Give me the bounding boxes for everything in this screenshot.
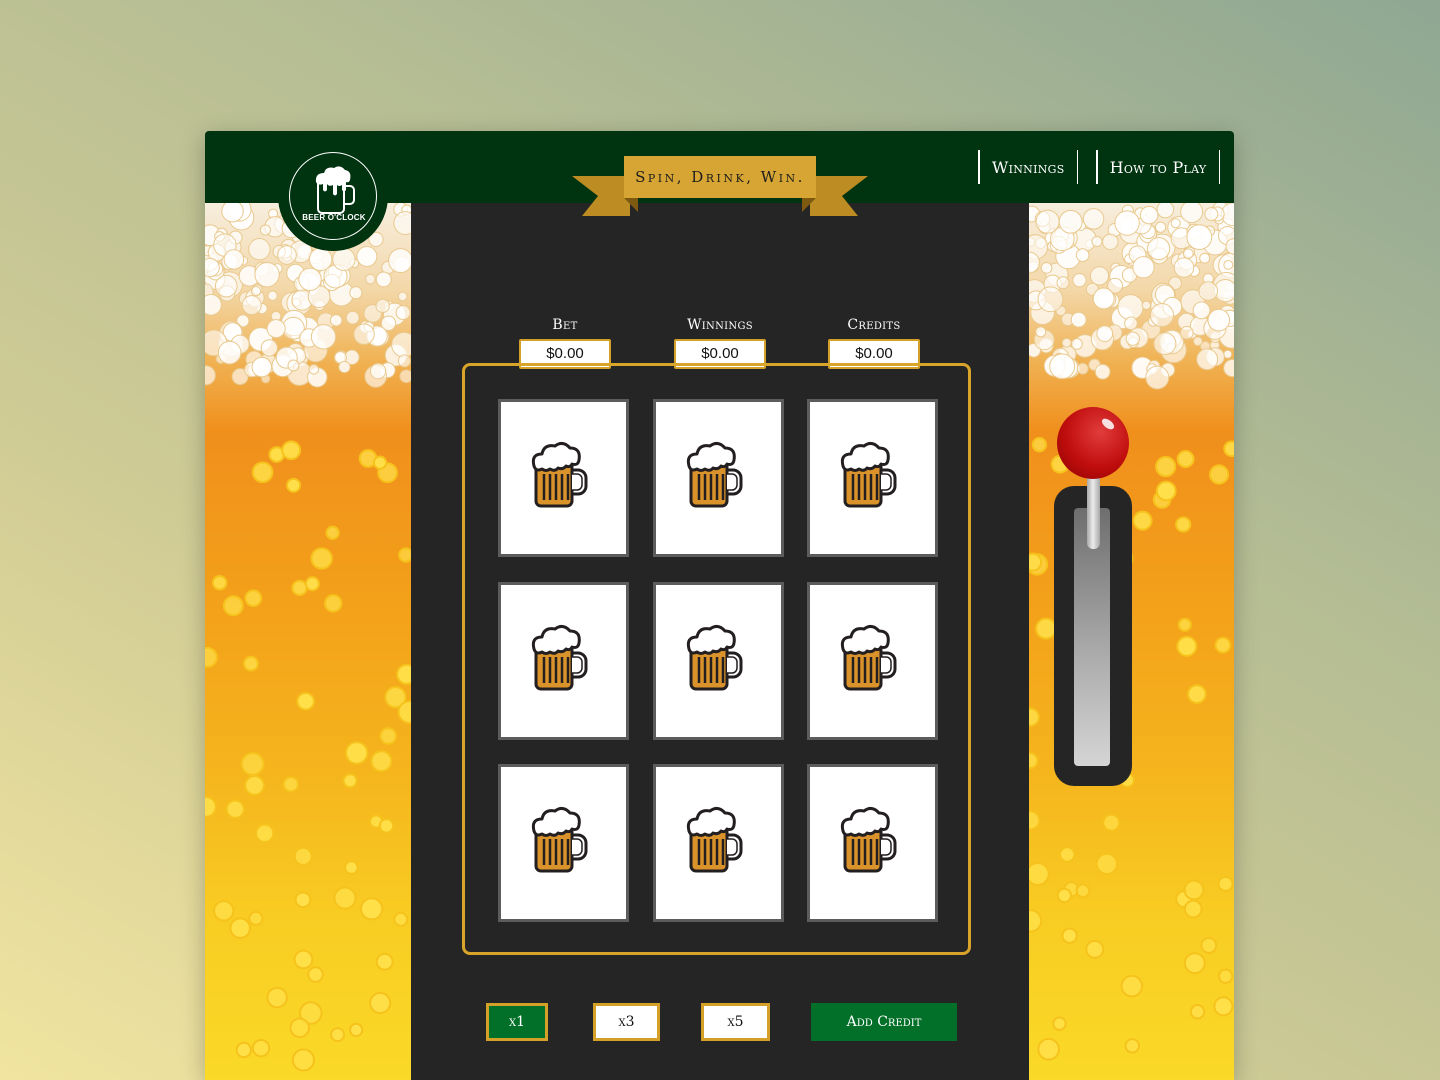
nav-divider [1076, 150, 1079, 184]
nav-how-to-play-link[interactable]: How to Play [1098, 158, 1219, 177]
beer-mug-icon [837, 805, 899, 881]
nav-divider [1218, 150, 1220, 184]
reel-cell [807, 582, 938, 740]
multiplier-x1-button[interactable]: x1 [486, 1003, 548, 1041]
reel-cell [498, 582, 629, 740]
reel-cell [653, 582, 784, 740]
slot-panel: Bet $0.00 Winnings $0.00 Credits $0.00 [411, 203, 1029, 1080]
knob-highlight [1100, 416, 1116, 432]
logo[interactable]: BEER O'CLOCK [278, 141, 388, 251]
reel-grid [462, 363, 971, 955]
nav-winnings-link[interactable]: Winnings [980, 158, 1077, 177]
beer-mug-icon [528, 805, 590, 881]
main-nav: Winnings How to Play [978, 150, 1220, 184]
beer-mug-icon [683, 623, 745, 699]
credits-stat: Credits $0.00 [828, 317, 920, 369]
reel-cell [653, 764, 784, 922]
add-credit-button[interactable]: Add Credit [811, 1003, 957, 1041]
beer-mug-icon [837, 440, 899, 516]
reel-cell [807, 764, 938, 922]
lever-knob-icon[interactable] [1057, 407, 1129, 479]
bet-label: Bet [552, 317, 578, 333]
banner-text-wrap: Spin, Drink, Win. [572, 156, 868, 198]
multiplier-x3-button[interactable]: x3 [593, 1003, 660, 1041]
tagline-text: Spin, Drink, Win. [635, 168, 805, 186]
reel-cell [498, 399, 629, 557]
logo-text: BEER O'CLOCK [302, 213, 366, 222]
beer-mug-logo-icon [315, 166, 355, 214]
beer-mug-icon [837, 623, 899, 699]
beer-mug-icon [528, 623, 590, 699]
lever-rod[interactable] [1087, 471, 1100, 549]
reel-cell [807, 399, 938, 557]
reel-cell [498, 764, 629, 922]
beer-mug-icon [683, 440, 745, 516]
slot-machine: Winnings How to Play BEER O'CLOCK Bet $0… [205, 131, 1234, 1080]
credits-label: Credits [847, 317, 901, 333]
multiplier-x5-button[interactable]: x5 [701, 1003, 770, 1041]
beer-mug-icon [528, 440, 590, 516]
reel-cell [653, 399, 784, 557]
beer-mug-icon [683, 805, 745, 881]
logo-ring: BEER O'CLOCK [289, 152, 377, 240]
bet-stat: Bet $0.00 [519, 317, 611, 369]
winnings-label: Winnings [687, 317, 753, 333]
winnings-stat: Winnings $0.00 [674, 317, 766, 369]
